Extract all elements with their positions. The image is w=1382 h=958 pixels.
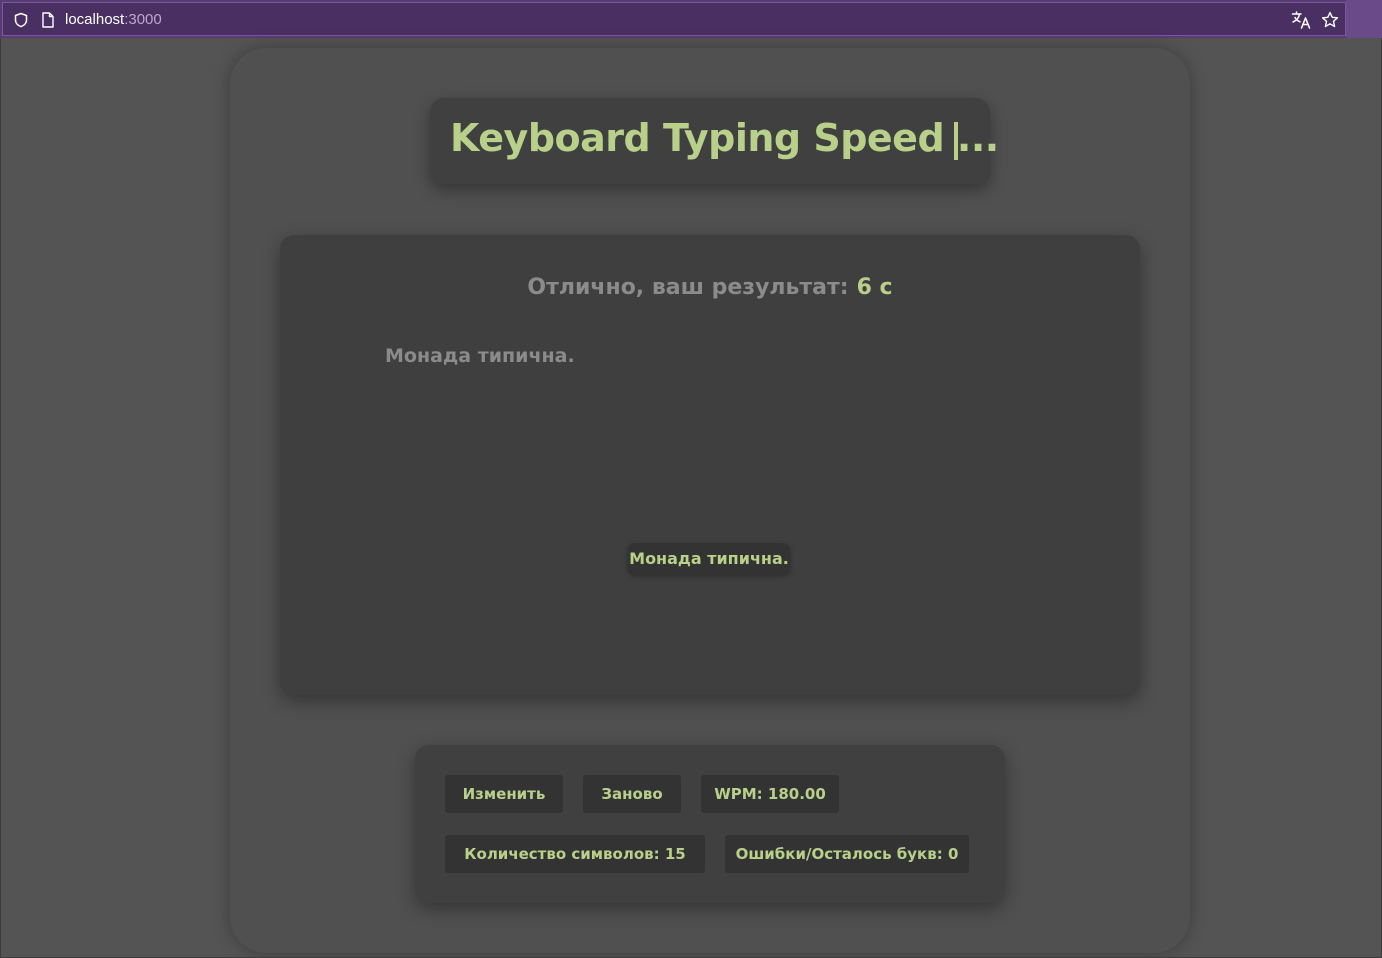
url-port: :3000	[124, 11, 162, 28]
restart-button[interactable]: Заново	[583, 775, 681, 813]
title-box: Keyboard Typing Speed ...	[430, 98, 999, 184]
change-button[interactable]: Изменить	[445, 775, 563, 813]
result-time: 6 с	[856, 275, 893, 300]
shield-icon[interactable]	[13, 12, 29, 28]
page-icon	[42, 12, 54, 28]
address-bar[interactable]: localhost:3000	[2, 2, 1346, 36]
page-title: Keyboard Typing Speed ...	[450, 116, 999, 160]
url-host: localhost	[65, 11, 125, 28]
errors-badge: Ошибки/Осталось букв: 0	[725, 835, 969, 873]
controls-panel: Изменить Заново WPM: 180.00 Количество с…	[415, 745, 1005, 903]
translate-icon[interactable]	[1291, 11, 1311, 29]
browser-toolbar: localhost:3000	[0, 0, 1382, 38]
app-container: Keyboard Typing Speed ... Отлично, ваш р…	[230, 48, 1190, 953]
url-text[interactable]: localhost:3000	[65, 11, 162, 28]
source-text: Монада типична.	[385, 345, 575, 367]
wpm-badge: WPM: 180.00	[701, 775, 839, 813]
typed-text: Монада типична.	[628, 543, 790, 574]
typing-panel: Отлично, ваш результат: 6 с Монада типичн…	[280, 235, 1140, 695]
result-line: Отлично, ваш результат: 6 с	[280, 275, 1140, 300]
result-label: Отлично, ваш результат:	[527, 275, 849, 300]
toolbar-overflow-area	[1346, 0, 1382, 38]
typing-caret	[954, 122, 958, 160]
char-count-badge: Количество символов: 15	[445, 835, 705, 873]
star-icon[interactable]	[1321, 11, 1339, 29]
